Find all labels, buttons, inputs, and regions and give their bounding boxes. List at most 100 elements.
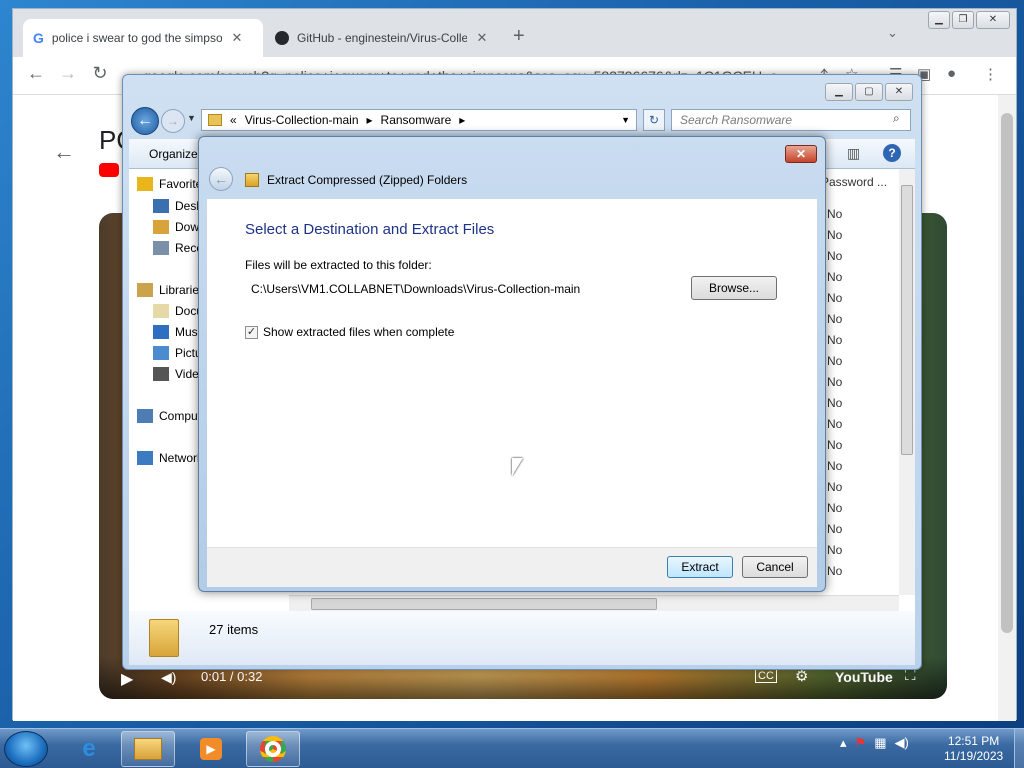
password-cell: No [827,417,843,431]
extract-button[interactable]: Extract [667,556,733,578]
search-input[interactable]: Search Ransomware [671,109,911,131]
password-cell: No [827,354,843,368]
password-cell: No [827,333,843,347]
refresh-icon[interactable]: ↻ [643,109,665,131]
volume-icon[interactable]: ◀) [161,669,176,686]
video-time: 0:01 / 0:32 [201,669,263,684]
play-icon[interactable]: ▶ [121,669,133,689]
minimize-icon[interactable]: ▁ [825,83,853,101]
explorer-address-bar[interactable]: « Virus-Collection-main ▸ Ransomware ▸ ▼ [201,109,637,131]
password-cell: No [827,438,843,452]
address-dropdown-icon[interactable]: ▼ [621,115,630,125]
password-cell: No [827,291,843,305]
cancel-button[interactable]: Cancel [742,556,808,578]
start-button[interactable] [4,731,48,767]
close-icon[interactable]: ✕ [885,83,913,101]
media-player-icon[interactable]: ▶ [184,731,238,767]
recent-icon [153,241,169,255]
clock-time: 12:51 PM [947,734,1000,748]
reload-icon[interactable]: ↻ [87,63,113,84]
file-explorer-taskbar-icon[interactable] [121,731,175,767]
scrollbar-thumb[interactable] [1001,113,1013,633]
dialog-heading: Select a Destination and Extract Files [245,221,495,238]
password-cell: No [827,396,843,410]
column-header-password[interactable]: Password ... [821,175,887,189]
action-center-flag-icon[interactable]: ⚑ [855,735,867,751]
volume-icon[interactable]: ◀) [894,735,908,751]
details-pane: 27 items [129,611,915,665]
dialog-title: Extract Compressed (Zipped) Folders [267,173,468,187]
breadcrumb-ransomware[interactable]: Ransomware [381,113,452,127]
tab-strip: G police i swear to god the simpsons ✕ G… [13,9,1016,57]
close-tab-icon[interactable]: ✕ [230,30,244,46]
recent-pages-chevron-icon[interactable]: ▼ [187,113,196,123]
back-arrow-icon[interactable]: ← [131,107,159,135]
breadcrumb-separator-icon[interactable]: ▸ [459,113,465,127]
password-cell: No [827,459,843,473]
password-cell: No [827,501,843,515]
internet-explorer-icon[interactable]: e [62,731,116,767]
videos-icon [153,367,169,381]
desktop-icon [153,199,169,213]
show-hidden-icons-icon[interactable]: ▴ [840,735,847,751]
checkbox-label: Show extracted files when complete [263,325,455,339]
mouse-cursor-icon [512,458,523,476]
network-icon[interactable]: ▦ [874,735,886,751]
preview-pane-icon[interactable]: ▥ [847,145,860,162]
forward-arrow-icon[interactable]: → [55,63,81,84]
tab-github[interactable]: GitHub - enginestein/Virus-Collection ✕ [265,19,503,57]
network-icon [137,451,153,465]
horizontal-scrollbar[interactable] [289,595,899,611]
back-arrow-icon[interactable]: ← [53,139,75,165]
file-list-scrollbar[interactable] [899,169,915,595]
clock-date: 11/19/2023 [944,749,1004,763]
tab-search-chevron-icon[interactable]: ⌄ [887,25,898,41]
library-icon [137,283,153,297]
scrollbar-thumb[interactable] [901,185,913,455]
close-icon[interactable]: ✕ [976,11,1010,29]
clock[interactable]: 12:51 PM 11/19/2023 [944,734,1003,764]
back-arrow-icon[interactable]: ← [209,167,233,191]
folder-icon [208,114,222,126]
restore-icon[interactable]: ❐ [952,11,974,29]
breadcrumb-separator-icon[interactable]: ▸ [367,113,373,127]
extract-dialog: ✕ ← Extract Compressed (Zipped) Folders … [198,136,826,592]
show-desktop-button[interactable] [1014,729,1024,768]
dialog-body: Select a Destination and Extract Files F… [207,199,817,547]
explorer-window-controls: ▁ ▢ ✕ [825,83,913,101]
help-icon[interactable]: ? [883,144,901,162]
star-icon [137,177,153,191]
close-icon[interactable]: ✕ [785,145,817,163]
password-cell: No [827,207,843,221]
organize-button[interactable]: Organize [149,147,198,161]
scrollbar-thumb[interactable] [311,598,657,610]
destination-label: Files will be extracted to this folder: [245,258,432,272]
password-cell: No [827,564,843,578]
destination-path-field[interactable]: C:\Users\VM1.COLLABNET\Downloads\Virus-C… [251,282,580,296]
captions-icon[interactable]: CC [755,669,777,683]
tab-google-search[interactable]: G police i swear to god the simpsons ✕ [23,19,263,57]
new-tab-icon[interactable]: + [513,25,525,48]
show-extracted-files-checkbox[interactable]: ✓ Show extracted files when complete [245,325,454,339]
chrome-menu-icon[interactable]: ⋮ [983,65,998,83]
back-arrow-icon[interactable]: ← [23,63,49,84]
chrome-taskbar-icon[interactable] [246,731,300,767]
downloads-icon [153,220,169,234]
tab-title: GitHub - enginestein/Virus-Collection [297,31,467,45]
password-cell: No [827,270,843,284]
profile-avatar-icon[interactable]: ● [947,65,956,82]
password-cell: No [827,543,843,557]
forward-arrow-icon[interactable]: → [161,109,185,133]
page-scrollbar[interactable] [998,95,1016,721]
maximize-icon[interactable]: ▢ [855,83,883,101]
breadcrumb-virus-collection-main[interactable]: Virus-Collection-main [245,113,359,127]
youtube-logo-icon[interactable]: YouTube [835,669,893,685]
minimize-icon[interactable]: ▁ [928,11,950,29]
close-tab-icon[interactable]: ✕ [475,30,489,46]
breadcrumb-overflow[interactable]: « [230,113,237,127]
checkmark-icon[interactable]: ✓ [245,325,258,339]
github-icon [275,31,289,45]
browse-button[interactable]: Browse... [691,276,777,300]
computer-icon [137,409,153,423]
google-icon: G [33,30,44,46]
